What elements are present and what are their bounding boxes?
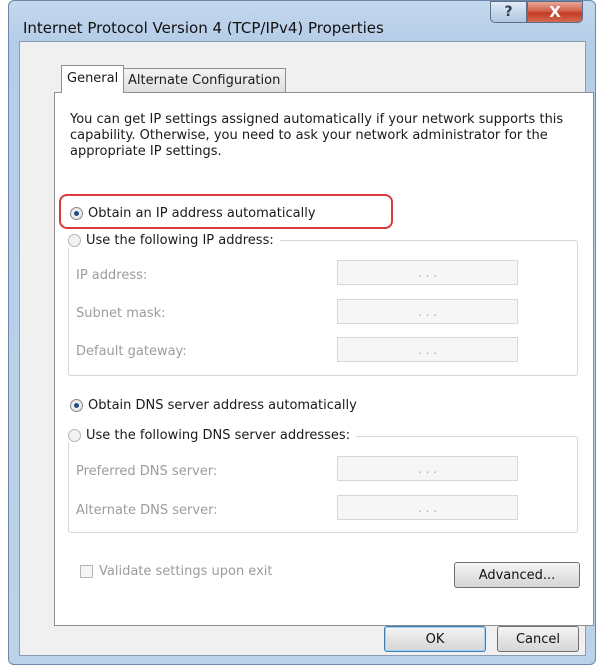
ip-address-input[interactable]: . . . [337, 260, 518, 285]
validate-settings-label: Validate settings upon exit [99, 564, 273, 579]
dialog-client-area: General Alternate Configuration You can … [19, 41, 594, 656]
ok-button[interactable]: OK [384, 626, 486, 652]
close-icon: X [549, 3, 561, 21]
close-button[interactable]: X [527, 1, 583, 23]
subnet-mask-input[interactable]: . . . [337, 299, 518, 324]
description-text: You can get IP settings assigned automat… [70, 112, 564, 159]
highlight-annotation [59, 194, 393, 229]
window-title: Internet Protocol Version 4 (TCP/IPv4) P… [23, 19, 384, 37]
radio-unchecked-icon [68, 234, 81, 247]
obtain-dns-auto-label: Obtain DNS server address automatically [88, 398, 357, 413]
validate-settings-checkbox[interactable]: Validate settings upon exit [80, 564, 272, 579]
preferred-dns-label: Preferred DNS server: [76, 464, 218, 479]
ipv4-properties-dialog: Internet Protocol Version 4 (TCP/IPv4) P… [8, 0, 596, 665]
obtain-dns-auto-radio[interactable]: Obtain DNS server address automatically [70, 398, 357, 413]
default-gateway-input[interactable]: . . . [337, 337, 518, 362]
use-following-ip-radio[interactable]: Use the following IP address: [68, 233, 280, 248]
ip-address-label: IP address: [76, 268, 148, 283]
tab-general[interactable]: General [61, 65, 125, 93]
help-button[interactable]: ? [490, 1, 527, 23]
tab-alternate-configuration[interactable]: Alternate Configuration [122, 68, 287, 93]
alternate-dns-input[interactable]: . . . [337, 495, 518, 520]
advanced-button[interactable]: Advanced... [454, 562, 580, 588]
preferred-dns-input[interactable]: . . . [337, 456, 518, 481]
subnet-mask-label: Subnet mask: [76, 306, 166, 321]
default-gateway-label: Default gateway: [76, 344, 187, 359]
radio-checked-icon [70, 399, 83, 412]
use-following-ip-label: Use the following IP address: [86, 233, 274, 248]
cancel-button[interactable]: Cancel [497, 626, 579, 652]
help-icon: ? [504, 4, 513, 20]
use-following-dns-radio[interactable]: Use the following DNS server addresses: [68, 428, 357, 443]
checkbox-icon [80, 565, 93, 578]
alternate-dns-label: Alternate DNS server: [76, 503, 218, 518]
radio-unchecked-icon [68, 429, 81, 442]
use-following-dns-label: Use the following DNS server addresses: [86, 428, 351, 443]
